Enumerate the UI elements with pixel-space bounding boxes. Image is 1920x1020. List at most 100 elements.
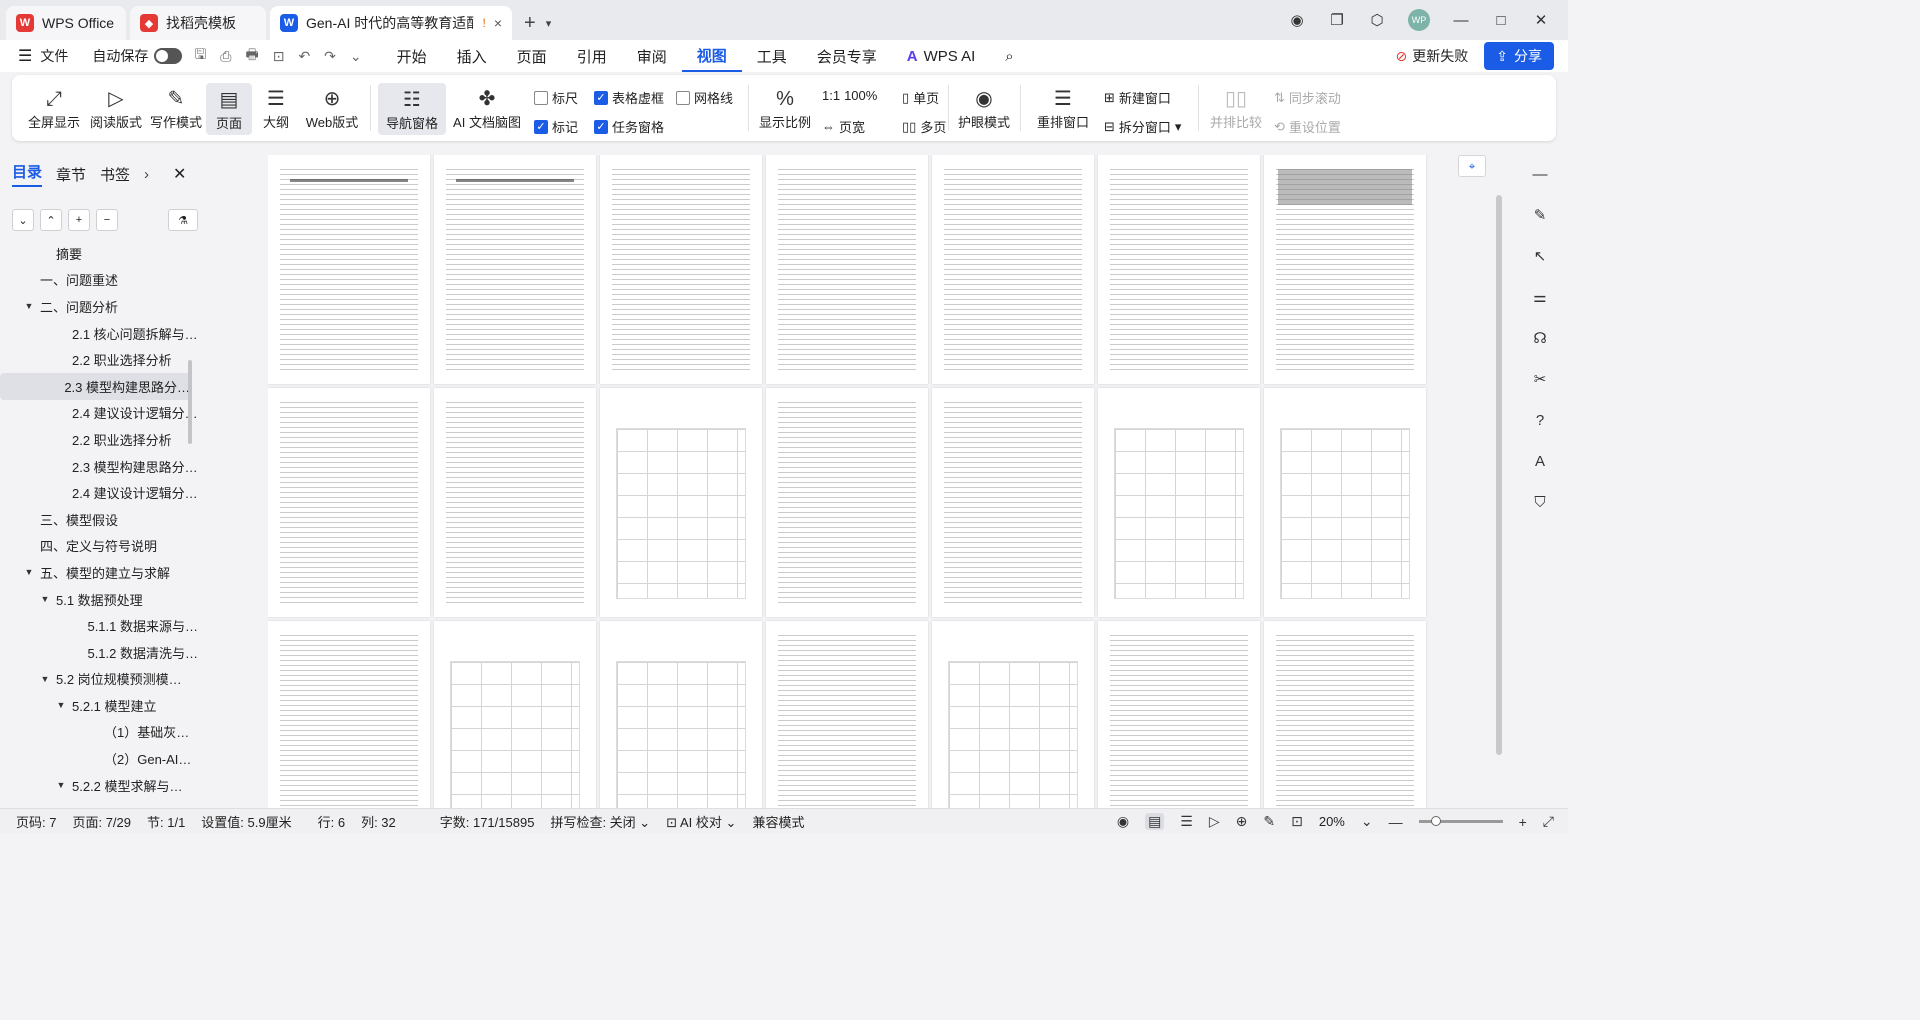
status-ai-check[interactable]: ⊡ AI 校对 ⌄ — [666, 812, 736, 831]
ai-chat-icon[interactable]: ☊ — [1528, 326, 1552, 350]
document-pages-area[interactable] — [268, 155, 1430, 808]
nav-tab-bookmarks[interactable]: 书签 — [100, 164, 130, 185]
multi-page-button[interactable]: ▯▯ 多页 — [902, 117, 946, 136]
edit-icon[interactable]: ✎ — [1528, 203, 1552, 227]
tab-daoke-templates[interactable]: ◆ 找稻壳模板 — [130, 6, 266, 40]
document-page[interactable] — [434, 388, 596, 617]
status-col[interactable]: 列: 32 — [361, 812, 396, 831]
status-section[interactable]: 节: 1/1 — [147, 812, 185, 831]
close-icon[interactable]: ✕ — [173, 164, 186, 184]
menu-view[interactable]: 视图 — [681, 40, 742, 72]
expand-arrow-icon[interactable]: ▼ — [22, 301, 36, 311]
status-spellcheck[interactable]: 拼写检查: 关闭 ⌄ — [550, 812, 650, 831]
page-width-button[interactable]: ⇔ 页宽 — [822, 117, 865, 136]
side-by-side-button[interactable]: ▯▯ 并排比较 — [1206, 81, 1266, 135]
undo-icon[interactable]: ↶ — [298, 48, 310, 65]
hamburger-icon[interactable]: ☰ — [18, 46, 32, 66]
menu-reference[interactable]: 引用 — [562, 40, 622, 72]
web-layout-button[interactable]: ⊕ Web版式 — [300, 81, 364, 135]
translate-icon[interactable]: A — [1528, 449, 1552, 473]
tab-current-document[interactable]: W Gen-AI 时代的高等教育适配 ! × — [270, 6, 512, 40]
nav-tab-chapters[interactable]: 章节 — [56, 164, 86, 185]
tools-icon[interactable]: ✂ — [1528, 367, 1552, 391]
play-icon[interactable]: ▷ — [1209, 813, 1220, 830]
ai-mindmap-button[interactable]: ✤ AI 文档脑图 — [452, 81, 522, 135]
update-status[interactable]: ⊘ 更新失败 — [1396, 46, 1469, 66]
document-page[interactable] — [434, 155, 596, 384]
fit-page-icon[interactable]: ⊡ — [1291, 813, 1303, 830]
toc-item[interactable]: （1）基础灰… — [0, 719, 198, 746]
expand-arrow-icon[interactable]: ▼ — [54, 780, 68, 790]
toc-item[interactable]: ▼ 二、问题分析 — [0, 293, 198, 320]
nav-scrollbar[interactable] — [188, 360, 192, 444]
maximize-icon[interactable]: □ — [1492, 11, 1510, 29]
avatar[interactable]: WP — [1408, 9, 1430, 31]
chevron-down-icon[interactable]: ⌄ — [350, 48, 362, 65]
autosave-toggle[interactable] — [154, 48, 183, 64]
expand-arrow-icon[interactable]: ▼ — [38, 594, 52, 604]
document-page[interactable] — [600, 388, 762, 617]
zoom-100-button[interactable]: 1:1 100% — [822, 88, 877, 103]
gridlines-checkbox[interactable]: 网格线 — [676, 88, 733, 107]
tab-wps-office[interactable]: W WPS Office — [6, 6, 126, 40]
ai-assistant-icon[interactable]: ◉ — [1288, 11, 1306, 29]
document-page[interactable] — [1264, 621, 1426, 808]
zoom-out-icon[interactable]: — — [1389, 814, 1403, 830]
export-icon[interactable]: ⊡ — [273, 48, 285, 65]
scrollbar-thumb[interactable] — [1496, 195, 1502, 755]
chevron-right-icon[interactable]: › — [144, 166, 149, 183]
chevron-down-icon[interactable]: ⌄ — [1361, 813, 1373, 830]
remove-heading-icon[interactable]: − — [96, 209, 118, 231]
toc-item[interactable]: 2.1 核心问题拆解与… — [0, 320, 198, 347]
status-word-count[interactable]: 字数: 171/15895 — [440, 812, 535, 831]
menu-member[interactable]: 会员专享 — [802, 40, 892, 72]
ai-toc-icon[interactable]: ⚗ — [168, 209, 198, 231]
expand-arrow-icon[interactable]: ▼ — [22, 567, 36, 577]
document-page[interactable] — [268, 388, 430, 617]
status-page-number[interactable]: 页码: 7 — [16, 812, 56, 831]
expand-arrow-icon[interactable]: ▼ — [38, 674, 52, 684]
reading-mode-button[interactable]: ▷ 阅读版式 — [88, 81, 144, 135]
rearrange-windows-button[interactable]: ☰ 重排窗口 — [1028, 81, 1098, 135]
toc-item[interactable]: 四、定义与符号说明 — [0, 533, 198, 560]
cursor-icon[interactable]: ↖ — [1528, 244, 1552, 268]
expand-up-icon[interactable]: ⌃ — [40, 209, 62, 231]
document-page[interactable] — [1098, 621, 1260, 808]
document-page[interactable] — [434, 621, 596, 808]
marks-checkbox[interactable]: ✓ 标记 — [534, 117, 578, 136]
taskpane-checkbox[interactable]: ✓ 任务窗格 — [594, 117, 664, 136]
minimize-icon[interactable]: — — [1452, 11, 1470, 29]
chevron-down-icon[interactable]: ▾ — [546, 17, 552, 30]
document-page[interactable] — [766, 388, 928, 617]
toc-item[interactable]: 摘要 — [0, 240, 198, 267]
table-grid-checkbox[interactable]: ✓ 表格虚框 — [594, 88, 664, 107]
page-view-button[interactable]: ▤ 页面 — [206, 83, 252, 135]
fullscreen-icon[interactable]: ⤢ — [1543, 813, 1554, 830]
outline-view-icon[interactable]: ☰ — [1180, 813, 1193, 830]
shirt-icon[interactable]: ⛉ — [1528, 490, 1552, 514]
toc-item[interactable]: 5.1.2 数据清洗与… — [0, 639, 198, 666]
close-icon[interactable]: × — [494, 15, 502, 31]
zoom-level[interactable]: 20% — [1319, 814, 1345, 829]
vertical-scrollbar[interactable] — [1494, 155, 1506, 808]
document-page[interactable] — [932, 388, 1094, 617]
toc-item[interactable]: 2.2 职业选择分析 — [0, 426, 198, 453]
eye-care-button[interactable]: ◉ 护眼模式 — [954, 81, 1014, 135]
share-button[interactable]: ⇪ 分享 — [1484, 42, 1554, 70]
document-page[interactable] — [932, 155, 1094, 384]
zoom-in-icon[interactable]: + — [1519, 814, 1527, 830]
toc-item[interactable]: 2.2 职业选择分析 — [0, 346, 198, 373]
help-icon[interactable]: ? — [1528, 408, 1552, 432]
document-page[interactable] — [600, 155, 762, 384]
collapse-all-icon[interactable]: ⌄ — [12, 209, 34, 231]
window-restore-icon[interactable]: ❐ — [1328, 11, 1346, 29]
document-page[interactable] — [1264, 155, 1426, 384]
document-page[interactable] — [766, 621, 928, 808]
document-page[interactable] — [268, 621, 430, 808]
nav-pane-button[interactable]: ☷ 导航窗格 — [378, 83, 446, 135]
toc-item[interactable]: 2.3 模型构建思路分… — [0, 453, 198, 480]
writing-mode-button[interactable]: ✎ 写作模式 — [148, 81, 204, 135]
menu-tools[interactable]: 工具 — [742, 40, 802, 72]
add-heading-icon[interactable]: + — [68, 209, 90, 231]
toc-item[interactable]: 三、模型假设 — [0, 506, 198, 533]
